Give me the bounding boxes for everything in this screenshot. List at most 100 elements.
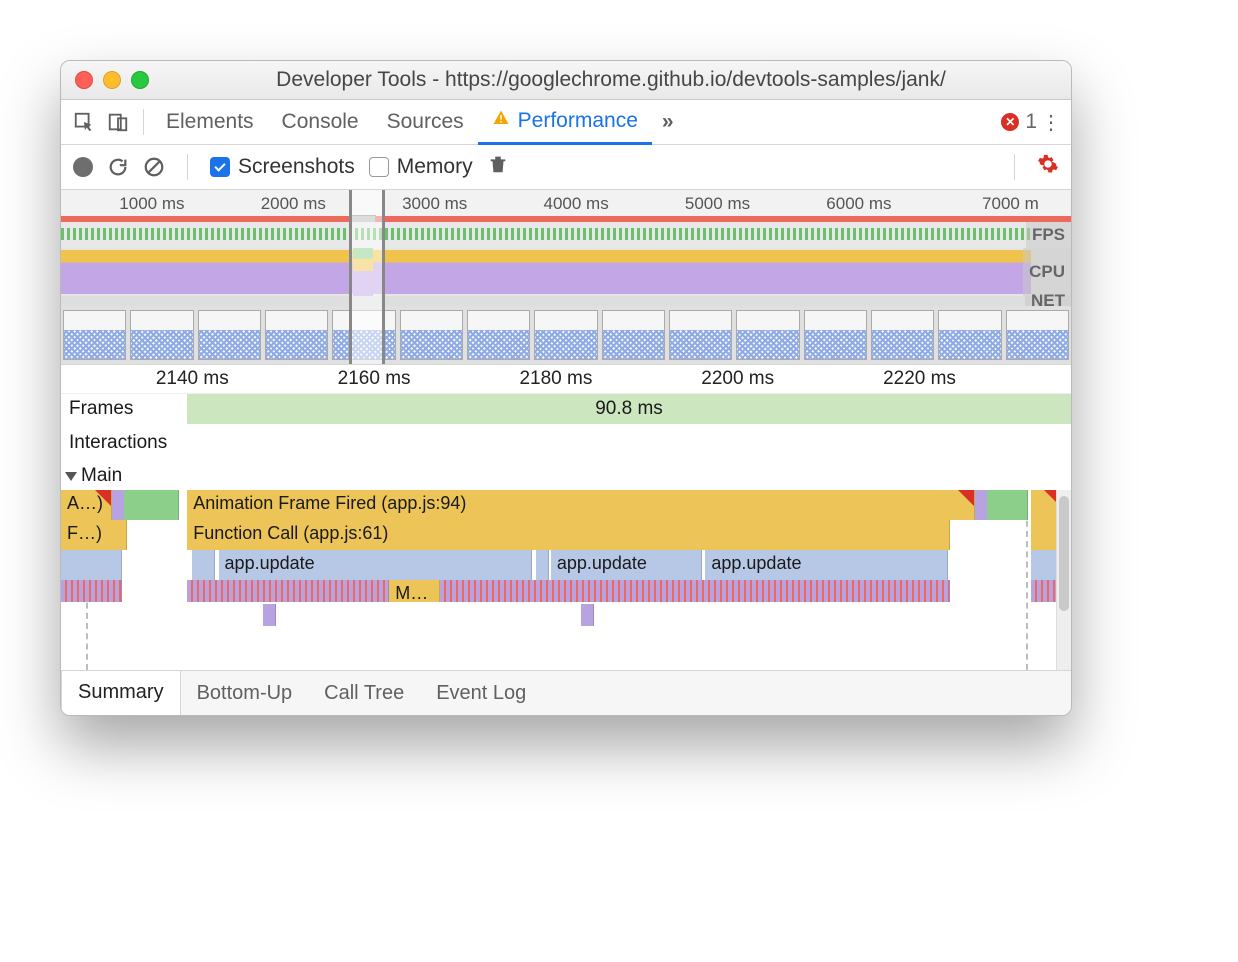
overview-cpu-lane: CPU: [61, 248, 1071, 296]
flame-bar-app-update[interactable]: app.update: [551, 550, 703, 580]
flame-bar[interactable]: M…): [389, 580, 440, 602]
screenshot-thumb: [265, 310, 328, 360]
flame-bar[interactable]: [263, 604, 276, 626]
screenshots-label: Screenshots: [238, 155, 355, 179]
ruler-tick: 2200 ms: [701, 368, 774, 390]
ruler-tick: 2220 ms: [883, 368, 956, 390]
flame-bar[interactable]: [187, 580, 389, 602]
clear-button[interactable]: [143, 156, 165, 178]
checkbox-icon: [210, 157, 230, 177]
ruler-tick: 2180 ms: [519, 368, 592, 390]
error-count-value: 1: [1025, 110, 1037, 134]
tab-bottom-up[interactable]: Bottom-Up: [181, 671, 309, 715]
screenshot-thumb: [534, 310, 597, 360]
divider: [143, 109, 144, 135]
main-flame-chart[interactable]: A…) Animation Frame Fired (app.js:94) F……: [61, 490, 1071, 670]
ruler-tick: 7000 m: [982, 194, 1039, 214]
frames-track[interactable]: Frames 90.8 ms: [61, 394, 1071, 424]
flame-bar[interactable]: [440, 580, 950, 602]
flame-bar[interactable]: [124, 490, 180, 520]
screenshot-thumb: [400, 310, 463, 360]
tab-performance[interactable]: Performance: [478, 101, 652, 145]
tab-sources[interactable]: Sources: [373, 100, 478, 144]
memory-checkbox[interactable]: Memory: [369, 155, 473, 179]
tab-event-log[interactable]: Event Log: [420, 671, 542, 715]
detail-ruler[interactable]: 2140 ms 2160 ms 2180 ms 2200 ms 2220 ms: [61, 365, 1071, 394]
flame-bar[interactable]: [975, 490, 988, 520]
devtools-window: Developer Tools - https://googlechrome.g…: [60, 60, 1072, 716]
screenshot-thumb: [938, 310, 1001, 360]
device-toggle-icon[interactable]: [101, 105, 135, 139]
panel-tab-strip: Elements Console Sources Performance » ✕…: [61, 100, 1071, 145]
checkbox-icon: [369, 157, 389, 177]
vertical-scrollbar[interactable]: [1056, 490, 1071, 670]
divider: [1014, 154, 1015, 180]
minimize-window-button[interactable]: [103, 71, 121, 89]
screenshot-thumb: [602, 310, 665, 360]
flame-bar[interactable]: A…): [61, 490, 112, 520]
traffic-lights: [75, 71, 149, 89]
screenshot-thumb: [1006, 310, 1069, 360]
frames-track-label: Frames: [61, 394, 187, 424]
flame-bar[interactable]: [61, 550, 122, 580]
overview-ruler[interactable]: 1000 ms 2000 ms 3000 ms 4000 ms 5000 ms …: [61, 190, 1071, 216]
flame-bar-app-update[interactable]: app.update: [705, 550, 947, 580]
ruler-tick: 2160 ms: [338, 368, 411, 390]
screenshot-thumb: [804, 310, 867, 360]
ruler-tick: 5000 ms: [685, 194, 750, 214]
fps-lane-label: FPS: [1026, 222, 1071, 248]
ruler-tick: 2140 ms: [156, 368, 229, 390]
overview-net-lane: NET: [61, 296, 1071, 306]
ruler-tick: 3000 ms: [402, 194, 467, 214]
scrollbar-thumb[interactable]: [1059, 496, 1069, 611]
flame-bar-function-call[interactable]: Function Call (app.js:61): [187, 520, 950, 550]
screenshots-checkbox[interactable]: Screenshots: [210, 155, 355, 179]
capture-settings-icon[interactable]: [1037, 153, 1059, 181]
overview-fps-lane: FPS: [61, 222, 1071, 248]
tab-call-tree[interactable]: Call Tree: [308, 671, 420, 715]
ruler-tick: 4000 ms: [543, 194, 608, 214]
screenshot-thumb: [669, 310, 732, 360]
close-window-button[interactable]: [75, 71, 93, 89]
collect-garbage-button[interactable]: [487, 153, 509, 181]
tab-console-label: Console: [282, 110, 359, 134]
tab-console[interactable]: Console: [268, 100, 373, 144]
overview-pane[interactable]: 1000 ms 2000 ms 3000 ms 4000 ms 5000 ms …: [61, 190, 1071, 365]
tab-elements-label: Elements: [166, 110, 254, 134]
flame-bar[interactable]: [581, 604, 594, 626]
reload-record-button[interactable]: [107, 156, 129, 178]
flame-bar-app-update[interactable]: app.update: [219, 550, 532, 580]
flame-bar[interactable]: [112, 490, 125, 520]
ruler-tick: 6000 ms: [826, 194, 891, 214]
tab-sources-label: Sources: [387, 110, 464, 134]
record-button[interactable]: [73, 157, 93, 177]
inspect-element-icon[interactable]: [67, 105, 101, 139]
tab-summary[interactable]: Summary: [61, 671, 181, 715]
cpu-lane-label: CPU: [1023, 248, 1071, 296]
screenshot-thumb: [63, 310, 126, 360]
tab-performance-label: Performance: [518, 109, 638, 133]
main-track-header[interactable]: Main: [61, 462, 1071, 490]
error-counter[interactable]: ✕ 1: [1001, 110, 1037, 134]
flame-bar[interactable]: F…): [61, 520, 127, 550]
flame-bar[interactable]: [192, 550, 214, 580]
window-title: Developer Tools - https://googlechrome.g…: [165, 68, 1057, 92]
net-lane-label: NET: [1025, 296, 1071, 306]
error-badge-icon: ✕: [1001, 113, 1019, 131]
screenshot-thumb: [467, 310, 530, 360]
overview-screenshots-lane: [61, 306, 1071, 364]
tabs-overflow-button[interactable]: »: [652, 110, 684, 134]
flame-bar-animation-frame[interactable]: Animation Frame Fired (app.js:94): [187, 490, 975, 520]
performance-toolbar: Screenshots Memory: [61, 145, 1071, 190]
overview-selection-handle[interactable]: [349, 190, 385, 364]
zoom-window-button[interactable]: [131, 71, 149, 89]
long-task-warning-icon: [958, 490, 974, 506]
interactions-track[interactable]: Interactions: [61, 424, 1071, 462]
more-options-icon[interactable]: ⋮: [1037, 110, 1065, 135]
flame-bar[interactable]: [61, 580, 122, 602]
flame-bar[interactable]: [987, 490, 1027, 520]
tab-elements[interactable]: Elements: [152, 100, 268, 144]
flame-chart-pane[interactable]: 2140 ms 2160 ms 2180 ms 2200 ms 2220 ms …: [61, 365, 1071, 670]
screenshot-thumb: [198, 310, 261, 360]
flame-bar[interactable]: [536, 550, 549, 580]
